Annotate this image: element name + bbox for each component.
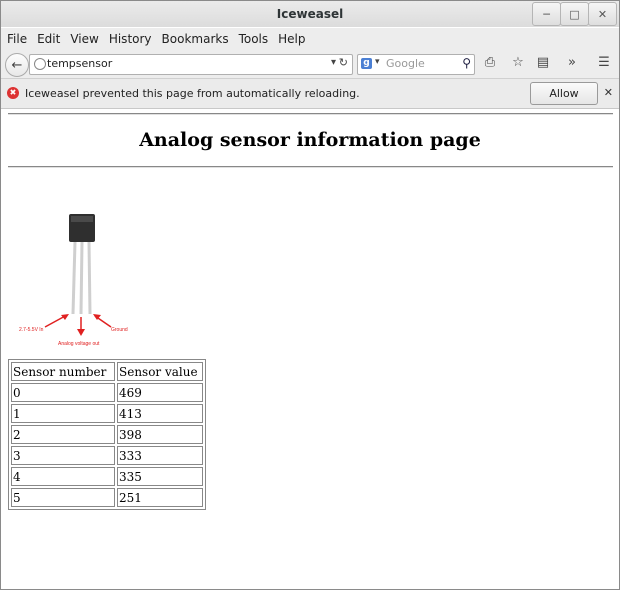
blocked-icon: ✖ <box>7 87 19 99</box>
table-row: 0 469 <box>11 383 203 402</box>
search-bar[interactable]: g ▾ Google ⚲ <box>357 54 475 75</box>
clipboard-icon[interactable]: ▤ <box>534 55 552 70</box>
header-sensor-number: Sensor number <box>11 362 115 381</box>
window-title: Iceweasel <box>276 7 344 21</box>
table-row: 3 333 <box>11 446 203 465</box>
sensor-value-cell: 398 <box>117 425 203 444</box>
url-bar[interactable]: tempsensor ▾ ↻ <box>29 54 353 75</box>
sensor-value-cell: 333 <box>117 446 203 465</box>
sensor-value-cell: 413 <box>117 404 203 423</box>
sensor-leg-center <box>79 241 84 315</box>
table-header-row: Sensor number Sensor value <box>11 362 203 381</box>
notification-bar: ✖ Iceweasel prevented this page from aut… <box>1 79 619 109</box>
page-content: Analog sensor information page 2.7-5.5V … <box>1 109 619 589</box>
back-button[interactable]: ← <box>5 53 29 77</box>
search-engine-dropdown-icon[interactable]: ▾ <box>375 57 380 67</box>
table-row: 4 335 <box>11 467 203 486</box>
menu-view[interactable]: View <box>70 32 98 46</box>
sensor-leg-right <box>87 241 92 315</box>
sensor-leg-left <box>71 241 77 315</box>
back-arrow-icon: ← <box>11 57 23 73</box>
bottom-divider <box>8 166 613 168</box>
notification-text: Iceweasel prevented this page from autom… <box>25 87 360 100</box>
menu-history[interactable]: History <box>109 32 152 46</box>
close-icon[interactable]: ✕ <box>588 2 617 26</box>
sensor-number-cell: 1 <box>11 404 115 423</box>
minimize-icon[interactable]: ─ <box>532 2 561 26</box>
reload-icon[interactable]: ↻ <box>339 56 348 69</box>
table-row: 5 251 <box>11 488 203 507</box>
window-controls: ─ □ ✕ <box>532 1 619 26</box>
page-title: Analog sensor information page <box>139 129 481 151</box>
sensor-table: Sensor number Sensor value 0 469 1 413 2… <box>8 359 206 510</box>
menu-help[interactable]: Help <box>278 32 305 46</box>
header-sensor-value: Sensor value <box>117 362 203 381</box>
arrowhead-center <box>77 329 85 336</box>
sensor-number-cell: 2 <box>11 425 115 444</box>
chevron-down-icon[interactable]: ▾ <box>331 57 336 68</box>
sensor-number-cell: 0 <box>11 383 115 402</box>
title-bar: Iceweasel ─ □ ✕ <box>1 1 619 27</box>
sensor-value-cell: 469 <box>117 383 203 402</box>
google-icon[interactable]: g <box>361 58 372 69</box>
notification-close-icon[interactable]: ✕ <box>604 86 613 99</box>
label-analog-out: Analog voltage out <box>58 341 100 347</box>
menu-bookmarks[interactable]: Bookmarks <box>162 32 229 46</box>
maximize-icon[interactable]: □ <box>560 2 589 26</box>
table-row: 1 413 <box>11 404 203 423</box>
top-divider <box>8 113 613 115</box>
search-input[interactable]: Google <box>386 57 425 70</box>
label-ground: Ground <box>111 327 128 333</box>
table-row: 2 398 <box>11 425 203 444</box>
sensor-body-highlight <box>71 216 93 222</box>
sensor-value-cell: 251 <box>117 488 203 507</box>
label-vin: 2.7-5.5V In <box>19 327 44 333</box>
sensor-number-cell: 4 <box>11 467 115 486</box>
menu-file[interactable]: File <box>7 32 27 46</box>
bookmark-star-icon[interactable]: ☆ <box>509 55 527 70</box>
menu-tools[interactable]: Tools <box>239 32 269 46</box>
print-icon[interactable]: ⎙ <box>481 55 499 70</box>
sensor-value-cell: 335 <box>117 467 203 486</box>
menu-bar: File Edit View History Bookmarks Tools H… <box>1 28 619 50</box>
sensor-number-cell: 3 <box>11 446 115 465</box>
navigation-toolbar: ← tempsensor ▾ ↻ g ▾ Google ⚲ ⎙ ☆ ▤ » ☰ <box>1 50 619 79</box>
hamburger-menu-icon[interactable]: ☰ <box>595 55 613 70</box>
sensor-number-cell: 5 <box>11 488 115 507</box>
sensor-image: 2.7-5.5V In Analog voltage out Ground <box>19 214 128 347</box>
url-text[interactable]: tempsensor <box>47 57 112 70</box>
overflow-chevron-icon[interactable]: » <box>563 55 581 70</box>
browser-window: Iceweasel ─ □ ✕ File Edit View History B… <box>0 0 620 590</box>
search-icon[interactable]: ⚲ <box>462 56 471 70</box>
menu-edit[interactable]: Edit <box>37 32 60 46</box>
allow-button[interactable]: Allow <box>530 82 598 105</box>
globe-icon <box>34 58 46 70</box>
